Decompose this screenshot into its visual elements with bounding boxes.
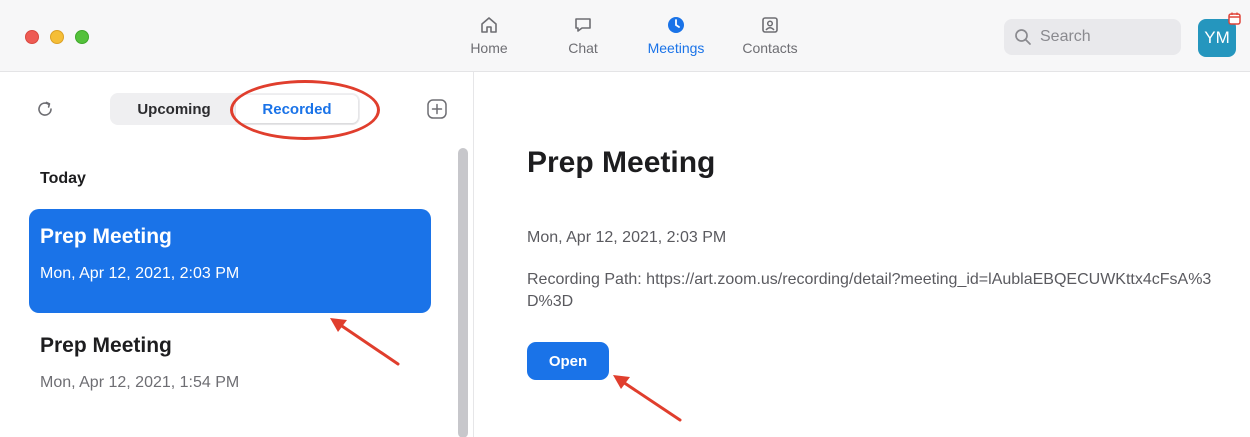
meetings-sidebar: Upcoming Recorded Today Prep Meeting Mon… <box>0 72 474 437</box>
close-window-button[interactable] <box>25 30 39 44</box>
tab-chat-label: Chat <box>568 40 598 56</box>
zoom-window: Home Chat Meetings Contacts Search YM Up… <box>0 0 1250 437</box>
tab-home-label: Home <box>470 40 508 56</box>
search-placeholder: Search <box>1040 28 1091 45</box>
refresh-icon[interactable] <box>34 98 56 120</box>
detail-date: Mon, Apr 12, 2021, 2:03 PM <box>527 229 727 246</box>
recording-date: Mon, Apr 12, 2021, 1:54 PM <box>40 374 240 391</box>
tab-contacts-label: Contacts <box>742 40 798 56</box>
tab-meetings[interactable]: Meetings <box>640 14 712 66</box>
recording-title: Prep Meeting <box>40 225 172 248</box>
recording-date: Mon, Apr 12, 2021, 2:03 PM <box>40 265 240 282</box>
recorded-tab[interactable]: Recorded <box>236 95 358 123</box>
recording-title: Prep Meeting <box>40 334 172 357</box>
open-button[interactable]: Open <box>527 342 609 380</box>
recording-list-item[interactable]: Prep Meeting Mon, Apr 12, 2021, 1:54 PM <box>29 318 431 408</box>
sidebar-scrollbar[interactable] <box>458 148 468 437</box>
recording-list-item[interactable]: Prep Meeting Mon, Apr 12, 2021, 2:03 PM <box>29 209 431 313</box>
contacts-icon <box>759 14 781 36</box>
section-label-today: Today <box>40 170 86 187</box>
recording-path: Recording Path: https://art.zoom.us/reco… <box>527 271 1212 310</box>
title-bar: Home Chat Meetings Contacts Search YM <box>0 0 1250 72</box>
tab-contacts[interactable]: Contacts <box>734 14 806 66</box>
upcoming-tab[interactable]: Upcoming <box>110 93 238 125</box>
annotation-arrow-icon <box>613 375 682 422</box>
tab-chat[interactable]: Chat <box>560 14 606 66</box>
zoom-window-button[interactable] <box>75 30 89 44</box>
minimize-window-button[interactable] <box>50 30 64 44</box>
calendar-badge-icon <box>1228 12 1241 25</box>
home-icon <box>478 14 500 36</box>
meetings-clock-icon <box>665 14 687 36</box>
tab-home[interactable]: Home <box>463 14 515 66</box>
segment-control: Upcoming Recorded <box>110 93 360 125</box>
search-input[interactable]: Search <box>1004 19 1181 55</box>
tab-meetings-label: Meetings <box>647 40 705 56</box>
chat-icon <box>572 14 594 36</box>
search-icon <box>1014 28 1032 46</box>
add-meeting-icon[interactable] <box>426 98 448 120</box>
detail-title: Prep Meeting <box>527 146 716 179</box>
